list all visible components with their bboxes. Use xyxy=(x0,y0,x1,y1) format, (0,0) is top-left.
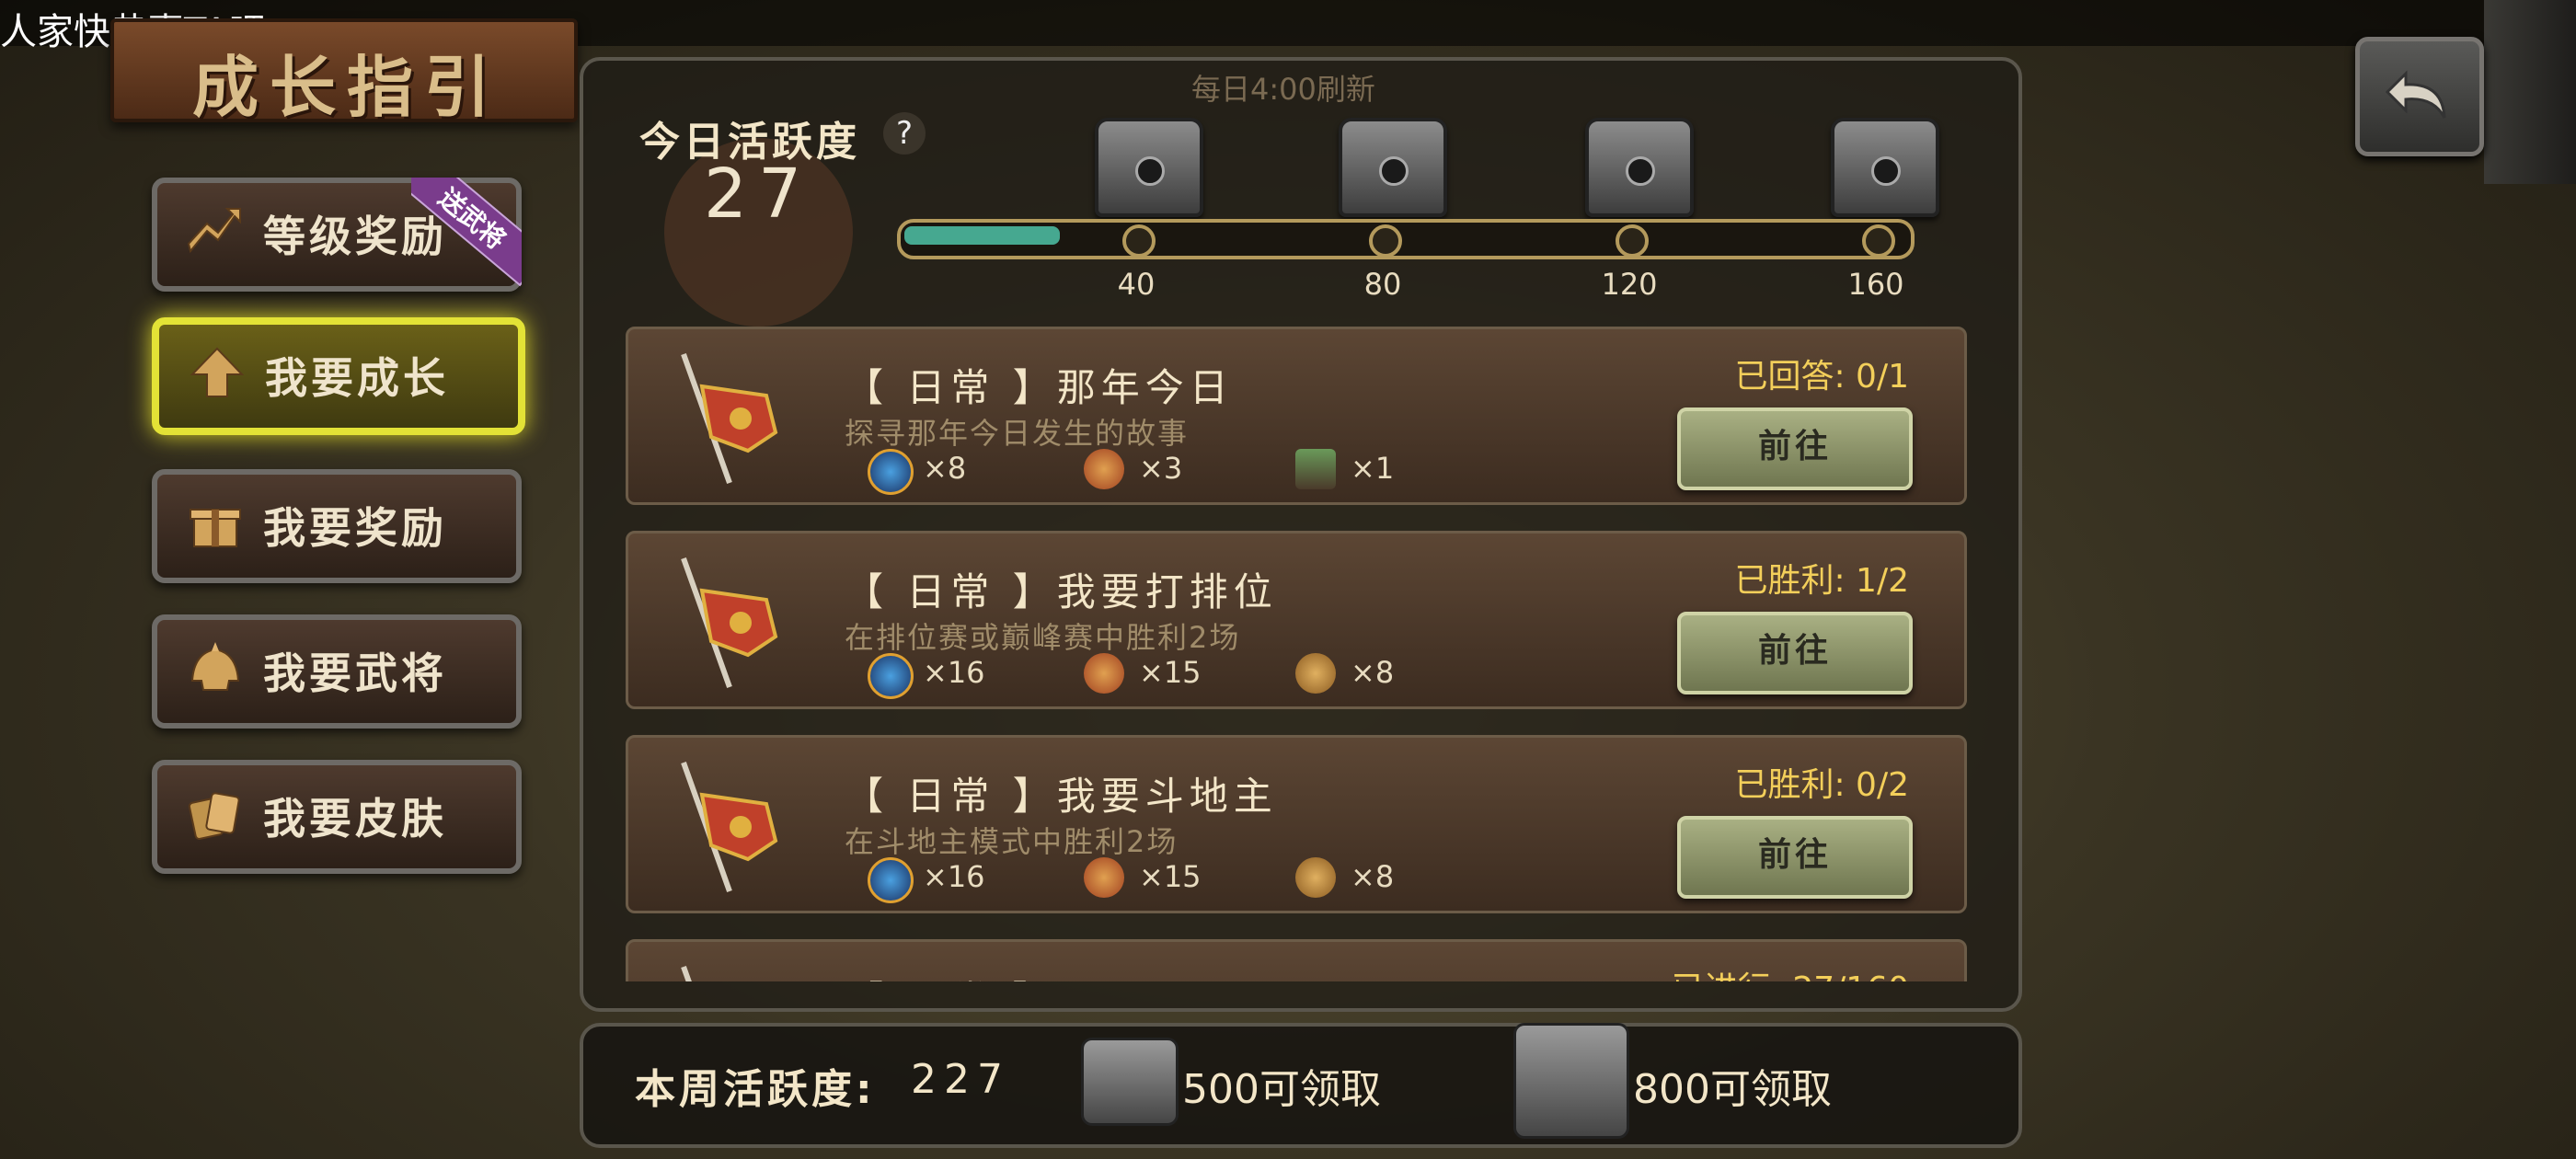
reward-count: ×16 xyxy=(923,655,985,690)
task-title: 【 日常 】那年今日 xyxy=(845,365,1234,410)
reward-count: ×16 xyxy=(923,859,985,894)
page-title-banner: 成长指引 xyxy=(110,18,578,126)
weekly-activity-value: 227 xyxy=(911,1056,1010,1103)
menu-generals-button[interactable]: 我要武将 xyxy=(152,614,522,729)
task-progress: 已胜利: 0/2 xyxy=(1734,766,1909,804)
task-card: 【 日常 】那年今日 探寻那年今日发生的故事 ×8 ×3 ×1 已回答: 0/1… xyxy=(626,327,1967,505)
chest-80-icon[interactable] xyxy=(1339,118,1447,217)
milestone-label: 120 xyxy=(1601,267,1658,302)
exp-medal-icon xyxy=(1295,857,1336,898)
exp-scroll-icon xyxy=(868,857,914,903)
progress-node xyxy=(1862,224,1895,258)
task-description: 探寻那年今日发生的故事 xyxy=(845,416,1190,451)
exp-medal-icon xyxy=(1295,653,1336,694)
progress-node xyxy=(1616,224,1649,258)
exp-scroll-icon xyxy=(868,449,914,495)
helmet-icon xyxy=(190,642,240,691)
banner-flag-icon xyxy=(681,965,692,981)
menu-label: 我要成长 xyxy=(265,353,449,403)
menu-rewards-button[interactable]: 我要奖励 xyxy=(152,469,522,583)
banner-flag-icon xyxy=(681,352,778,485)
menu-skins-button[interactable]: 我要皮肤 xyxy=(152,760,522,874)
task-title: 【 日常 】 xyxy=(845,970,1057,981)
today-activity-value: 27 xyxy=(704,155,813,234)
task-title: 【 日常 】我要打排位 xyxy=(845,569,1278,614)
task-card: 【 日常 】我要斗地主 在斗地主模式中胜利2场 ×16 ×15 ×8 已胜利: … xyxy=(626,735,1967,913)
weekly-activity-label: 本周活跃度: xyxy=(635,1066,876,1113)
task-progress: 已回答: 0/1 xyxy=(1734,358,1909,396)
banner-flag-icon xyxy=(681,557,778,689)
badge-text: 送武将 xyxy=(411,178,522,287)
general-token-icon xyxy=(1084,449,1124,489)
reward-count: ×8 xyxy=(923,451,967,486)
reward-count: ×8 xyxy=(1351,859,1395,894)
weekly-chest-500-icon[interactable] xyxy=(1081,1038,1179,1126)
cards-icon xyxy=(188,792,240,840)
milestone-label: 160 xyxy=(1847,267,1904,302)
badge-ribbon: 送武将 xyxy=(411,178,522,288)
chest-40-icon[interactable] xyxy=(1095,118,1203,217)
corner-decoration xyxy=(2484,0,2576,184)
reward-count: ×8 xyxy=(1351,655,1395,690)
task-card: 【 日常 】 已进行: 27/160 xyxy=(626,939,1967,981)
task-description: 在排位赛或巅峰赛中胜利2场 xyxy=(845,620,1241,655)
progress-node xyxy=(1369,224,1402,258)
arrow-up-icon xyxy=(190,347,245,397)
gift-icon xyxy=(190,509,241,547)
chest-120-icon[interactable] xyxy=(1585,118,1694,217)
trend-up-icon xyxy=(187,208,241,254)
page-title: 成长指引 xyxy=(192,49,502,126)
go-button[interactable]: 前往 xyxy=(1677,612,1913,694)
menu-grow-button[interactable]: 我要成长 xyxy=(152,317,525,435)
general-token-icon xyxy=(1084,857,1124,898)
menu-label: 我要奖励 xyxy=(263,503,447,553)
activity-progress-fill xyxy=(904,226,1061,245)
milestone-label: 40 xyxy=(1117,267,1156,302)
menu-label: 我要皮肤 xyxy=(263,794,447,843)
back-arrow-icon xyxy=(2385,70,2446,119)
claim-500-label[interactable]: 500可领取 xyxy=(1182,1056,1381,1115)
claim-800-label[interactable]: 800可领取 xyxy=(1633,1056,1832,1115)
reward-count: ×3 xyxy=(1139,451,1183,486)
progress-node xyxy=(1122,224,1156,258)
task-card: 【 日常 】我要打排位 在排位赛或巅峰赛中胜利2场 ×16 ×15 ×8 已胜利… xyxy=(626,531,1967,709)
help-icon[interactable]: ? xyxy=(883,112,926,155)
weekly-chest-800-icon[interactable] xyxy=(1513,1023,1629,1139)
menu-label: 我要武将 xyxy=(263,648,447,698)
treasure-box-icon xyxy=(1295,449,1336,489)
task-description: 在斗地主模式中胜利2场 xyxy=(845,824,1179,859)
exp-scroll-icon xyxy=(868,653,914,699)
task-progress: 已进行: 27/160 xyxy=(1672,962,1909,981)
go-button[interactable]: 前往 xyxy=(1677,407,1913,490)
general-token-icon xyxy=(1084,653,1124,694)
go-button[interactable]: 前往 xyxy=(1677,816,1913,899)
task-title: 【 日常 】我要斗地主 xyxy=(845,774,1278,819)
milestone-label: 80 xyxy=(1363,267,1402,302)
menu-level-reward-button[interactable]: 等级奖励 送武将 xyxy=(152,178,522,292)
task-progress: 已胜利: 1/2 xyxy=(1734,562,1909,600)
reward-count: ×15 xyxy=(1139,859,1202,894)
banner-flag-icon xyxy=(681,761,778,893)
task-list[interactable]: 【 日常 】那年今日 探寻那年今日发生的故事 ×8 ×3 ×1 已回答: 0/1… xyxy=(626,327,1969,981)
reward-count: ×15 xyxy=(1139,655,1202,690)
reward-count: ×1 xyxy=(1351,451,1395,486)
chest-160-icon[interactable] xyxy=(1831,118,1939,217)
back-button[interactable] xyxy=(2355,37,2484,156)
refresh-note: 每日4:00刷新 xyxy=(1191,72,1375,107)
